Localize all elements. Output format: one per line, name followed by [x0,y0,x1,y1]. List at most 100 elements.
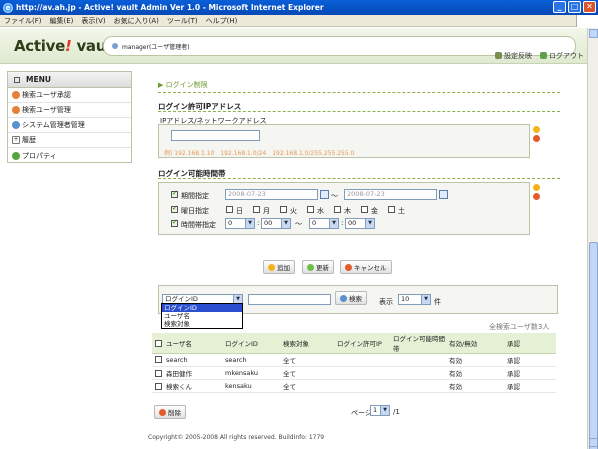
ie-icon: e [3,2,13,13]
table-row: 検索くん kensaku 全て 有効 承認 [152,379,556,393]
page-select[interactable]: 1 ▼ [370,405,390,416]
sidebar-item-properties[interactable]: プロパティ [8,148,131,163]
sidebar-item-admin-management[interactable]: システム管理者管理 [8,118,131,133]
search-input[interactable] [248,294,331,305]
scroll-up-icon[interactable] [589,29,598,38]
row-checkbox[interactable] [155,383,162,390]
delete-button[interactable]: 削除 [154,405,186,419]
weekday-thu-label: 木 [344,207,351,215]
cancel-icon [345,263,352,271]
sidebar-menu: MENU 検索ユーザ承認 検索ユーザ管理 システム管理者管理 + 履歴 プロパテ… [7,71,132,163]
menu-favorites[interactable]: お気に入り(A) [114,16,159,26]
chevron-down-icon: ▼ [380,406,389,415]
menu-edit[interactable]: 編集(E) [50,16,74,26]
chevron-down-icon: ▼ [245,219,254,228]
copyright: Copyright© 2005-2008 All rights reserved… [148,434,325,441]
date-to-input[interactable]: 2008-07-23 [344,189,437,200]
weekday-mon-checkbox[interactable] [253,206,260,213]
maximize-button[interactable]: □ [568,1,581,13]
option-user-name[interactable]: ユーザ名 [162,312,242,320]
time-from-hour-select[interactable]: 0 ▼ [225,218,255,229]
calendar-icon[interactable] [320,190,329,199]
menu-tools[interactable]: ツール(T) [167,16,198,26]
time-range-tilde: 〜 [295,220,302,228]
time-to-hour-select[interactable]: 0 ▼ [309,218,339,229]
weekday-wed-label: 水 [317,207,324,215]
minimize-button[interactable]: _ [553,1,566,13]
chevron-down-icon: ▼ [329,219,338,228]
check-icon [307,263,314,271]
sidebar-item-user-management[interactable]: 検索ユーザ管理 [8,103,131,118]
logout-link[interactable]: ログアウト [540,51,584,61]
period-checkbox[interactable] [171,189,178,198]
weekday-sun-checkbox[interactable] [226,206,233,213]
windows-logo-icon [576,15,598,27]
option-login-id[interactable]: ログインID [162,304,242,312]
col-approval: 承認 [504,333,556,354]
user-icon [12,106,20,114]
weekday-sat-checkbox[interactable] [388,206,395,213]
logout-icon [540,52,547,59]
period-label: 期間指定 [181,192,209,200]
search-field-options: ログインID ユーザ名 検索対象 [161,303,243,329]
window-title: http://av.ah.jp - Active! vault Admin Ve… [16,3,324,12]
col-search-target: 検索対象 [280,333,334,354]
approve-link[interactable]: 承認 [504,379,556,393]
sidebar-item-history[interactable]: + 履歴 [8,133,131,148]
row-checkbox[interactable] [155,370,162,377]
calendar-icon[interactable] [439,190,448,199]
date-from-input[interactable]: 2008-07-23 [225,189,318,200]
add-row-icon[interactable] [533,126,540,133]
col-allowed-time: ログイン可能時間帯 [390,333,446,354]
apply-settings-link[interactable]: 設定反映 [495,51,532,61]
scrollbar-thumb[interactable] [589,242,598,449]
remove-row-icon[interactable] [533,193,540,200]
total-users: 全検索ユーザ数3人 [489,323,550,331]
search-icon [340,294,347,302]
col-allowed-ip: ログイン許可IP [334,333,390,354]
user-label: manager(ユーザ管理者) [122,43,190,51]
weekday-tue-checkbox[interactable] [280,206,287,213]
divider [158,178,560,179]
search-button[interactable]: 検索 [335,291,367,305]
weekday-wed-checkbox[interactable] [307,206,314,213]
update-button[interactable]: 更新 [302,260,334,274]
time-from-minute-select[interactable]: 00 ▼ [261,218,291,229]
menu-view[interactable]: 表示(V) [81,16,105,26]
col-enabled: 有効/無効 [446,333,504,354]
chevron-down-icon: ▼ [281,219,290,228]
weekday-thu-checkbox[interactable] [334,206,341,213]
ip-format-hint: 例) 192.168.1.10 192.168.1.0/24 192.168.1… [164,150,355,157]
weekday-tue-label: 火 [290,207,297,215]
scroll-down-icon[interactable] [589,438,598,447]
sidebar-item-user-approval[interactable]: 検索ユーザ承認 [8,88,131,103]
add-button[interactable]: 追加 [263,260,295,274]
select-all-checkbox[interactable] [155,340,162,347]
approve-link[interactable]: 承認 [504,366,556,380]
user-icon [112,43,118,49]
menu-help[interactable]: ヘルプ(H) [206,16,238,26]
approve-link[interactable]: 承認 [504,353,556,367]
time-to-minute-select[interactable]: 00 ▼ [345,218,375,229]
row-checkbox[interactable] [155,356,162,363]
user-icon [12,91,20,99]
cancel-button[interactable]: キャンセル [340,260,392,274]
timespan-checkbox[interactable] [171,218,178,227]
weekday-sat-label: 土 [398,207,405,215]
add-row-icon[interactable] [533,184,540,191]
menu-header: MENU [8,72,131,88]
menu-file[interactable]: ファイル(F) [4,16,42,26]
vertical-scrollbar[interactable] [587,28,598,449]
remove-row-icon[interactable] [533,135,540,142]
pager-label: ページ [351,409,372,417]
close-button[interactable]: ✕ [583,1,596,13]
col-username: ユーザ名 [152,333,222,354]
weekday-checkbox[interactable] [171,204,178,213]
weekday-fri-checkbox[interactable] [361,206,368,213]
table-row: 森田健作 mkensaku 全て 有効 承認 [152,366,556,380]
menu-square-icon [14,76,20,83]
chevron-down-icon: ▼ [365,219,374,228]
ip-input[interactable] [171,130,260,141]
option-search-target[interactable]: 検索対象 [162,320,242,328]
page-size-select[interactable]: 10 ▼ [398,294,431,305]
